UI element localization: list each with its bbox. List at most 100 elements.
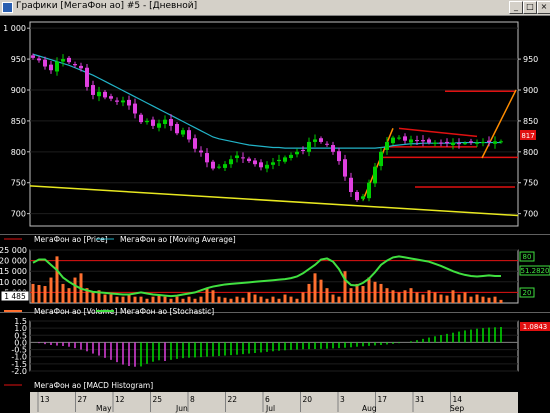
- candle-body: [235, 155, 239, 158]
- candle-body: [247, 158, 251, 162]
- macd-legend: МегаФон ао [MACD Histogram]: [4, 381, 153, 390]
- volume-bar: [361, 286, 365, 303]
- volume-bar: [145, 298, 149, 303]
- volume-bar: [295, 298, 299, 303]
- volume-bar: [181, 298, 185, 303]
- volume-bar: [289, 296, 293, 303]
- candle-body: [421, 140, 425, 142]
- volume-bar: [55, 256, 59, 303]
- maximize-button[interactable]: □: [523, 1, 537, 14]
- date-day-label: 13: [40, 395, 50, 404]
- candle-body: [445, 141, 449, 144]
- date-day-label: 27: [78, 395, 88, 404]
- volume-bar: [379, 283, 383, 303]
- volume-bar: [241, 297, 245, 303]
- volume-bar: [169, 298, 173, 303]
- close-button[interactable]: ×: [537, 1, 550, 14]
- volume-bar: [151, 296, 155, 303]
- candle-body: [223, 164, 227, 168]
- macd-current-badge: 1.0843: [520, 322, 550, 331]
- support-trendline: [29, 185, 519, 217]
- candle-body: [355, 192, 359, 201]
- date-month-label: Jul: [265, 404, 275, 413]
- volume-bar: [211, 290, 215, 303]
- volume-bar: [271, 296, 275, 303]
- candle-body: [175, 124, 179, 134]
- chart-area[interactable]: 1 000 950 900 850 800 750 700 950 900 850 800 750 7…: [0, 16, 550, 413]
- volume-bar: [427, 290, 431, 303]
- chart-window: Графики [МегаФон ао] #5 - [Дневной] _ □ …: [0, 0, 550, 413]
- volume-bar: [367, 277, 371, 303]
- candle-body: [325, 143, 329, 145]
- volume-bar: [187, 296, 191, 303]
- candle-body: [313, 139, 317, 142]
- stoch-upper-badge: 80: [519, 251, 535, 262]
- volume-bar: [67, 288, 71, 303]
- window-titlebar[interactable]: Графики [МегаФон ао] #5 - [Дневной] _ □ …: [0, 0, 550, 16]
- stoch-current-badge: 51.2820: [519, 265, 550, 276]
- volume-bar: [451, 290, 455, 303]
- date-day-label: 22: [228, 395, 238, 404]
- volume-bar: [73, 277, 77, 303]
- candle-body: [379, 151, 383, 167]
- volume-last-badge: 1 485: [0, 290, 30, 302]
- date-day-label: 8: [190, 395, 195, 404]
- volume-bar: [133, 296, 137, 303]
- candle-body: [61, 59, 65, 62]
- candle-body: [481, 141, 485, 143]
- volume-bar: [439, 294, 443, 303]
- candle-body: [427, 139, 431, 143]
- candle-body: [331, 145, 335, 152]
- candle-body: [451, 142, 455, 146]
- volume-bar: [139, 296, 143, 303]
- date-day-label: 14: [453, 395, 463, 404]
- candle-body: [253, 160, 257, 165]
- date-day-label: 3: [340, 395, 345, 404]
- volume-gridlines: [30, 249, 518, 293]
- svg-text:1.0843: 1.0843: [523, 323, 548, 331]
- volume-bar: [463, 292, 467, 303]
- volume-bar: [193, 298, 197, 303]
- volume-bar: [217, 296, 221, 303]
- candle-body: [499, 141, 503, 143]
- date-month-label: Sep: [450, 404, 464, 413]
- moving-average-path: [32, 53, 501, 149]
- volume-bar: [259, 296, 263, 303]
- volume-bar: [415, 292, 419, 303]
- volume-panel-frame: [29, 249, 519, 304]
- svg-text:51.2820: 51.2820: [521, 267, 550, 275]
- date-day-label: 17: [378, 395, 388, 404]
- date-month-label: May: [96, 404, 112, 413]
- candle-body: [343, 159, 347, 177]
- price-tick-label-right: 800: [523, 148, 538, 157]
- candle-body: [409, 139, 413, 143]
- volume-bar: [355, 283, 359, 303]
- date-month-label: Aug: [362, 404, 377, 413]
- candle-body: [37, 58, 41, 61]
- price-tick-label: 1 000: [3, 24, 26, 33]
- volume-tick-label: 15 000: [0, 267, 27, 276]
- candle-body: [403, 136, 407, 141]
- price-current-badge: 817: [520, 130, 536, 140]
- volume-bar: [43, 286, 47, 303]
- volume-bar: [469, 296, 473, 303]
- volume-bar: [325, 288, 329, 303]
- price-tick-label: 950: [11, 55, 26, 64]
- candle-body: [133, 103, 137, 114]
- volume-tick-label: 20 000: [0, 257, 27, 266]
- volume-legend: МегаФон ао [Volume] МегаФон ао [Stochast…: [4, 307, 214, 316]
- volume-bar: [109, 294, 113, 303]
- volume-bar: [175, 296, 179, 303]
- minimize-button[interactable]: _: [509, 1, 523, 14]
- price-tick-label-right: 950: [523, 55, 538, 64]
- candle-body: [475, 142, 479, 144]
- volume-bar: [499, 299, 503, 303]
- volume-bar: [487, 297, 491, 303]
- price-tick-label: 750: [11, 179, 26, 188]
- candle-body: [283, 157, 287, 162]
- candle-body: [229, 159, 233, 165]
- candle-body: [163, 119, 167, 124]
- candle-body: [193, 138, 197, 149]
- candle-body: [301, 149, 305, 151]
- candle-body: [319, 138, 323, 142]
